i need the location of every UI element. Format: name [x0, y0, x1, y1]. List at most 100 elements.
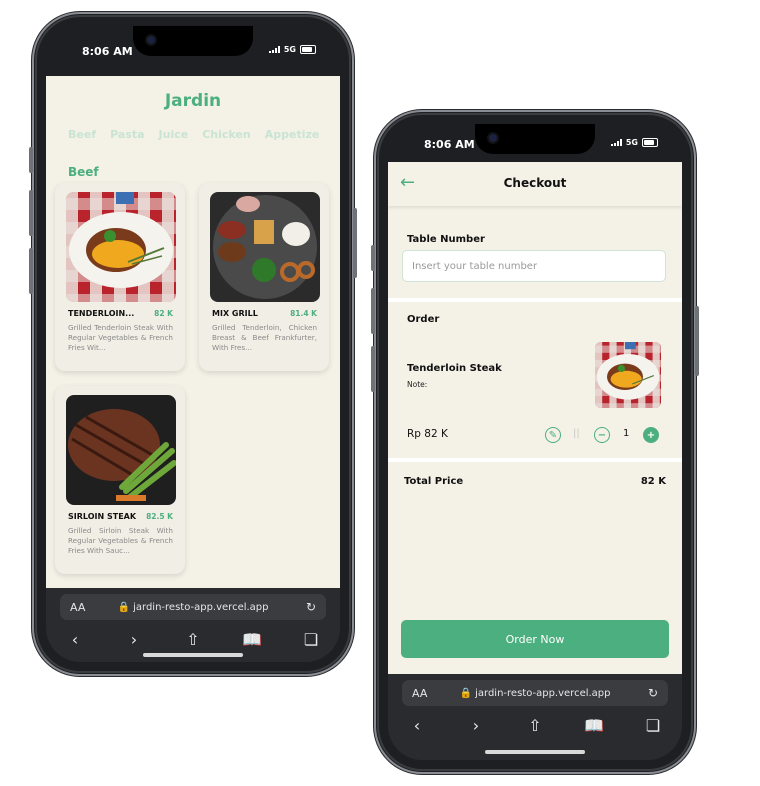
forward-icon[interactable]: ›	[463, 716, 489, 735]
notch	[475, 124, 595, 154]
url-label: jardin-resto-app.vercel.app	[475, 687, 611, 699]
tab-pasta[interactable]: Pasta	[110, 128, 144, 141]
side-button	[29, 147, 33, 173]
status-time: 8:06 AM	[424, 138, 475, 151]
back-icon[interactable]: ‹	[62, 630, 88, 649]
table-number-input[interactable]: Insert your table number	[402, 250, 666, 282]
food-image-sirloin	[66, 395, 176, 505]
notch	[133, 26, 253, 56]
back-icon[interactable]: ‹	[404, 716, 430, 735]
order-now-label: Order Now	[505, 632, 565, 646]
order-item-price: Rp 82 K	[407, 428, 448, 440]
item-description: Grilled Tenderloin Steak With Regular Ve…	[68, 323, 173, 352]
tabs-icon[interactable]: ❏	[640, 716, 666, 735]
home-indicator[interactable]	[485, 750, 585, 754]
forward-icon[interactable]: ›	[121, 630, 147, 649]
status-icons: 5G	[268, 45, 316, 54]
item-description: Grilled Tenderloin, Chicken Breast & Bee…	[212, 323, 317, 352]
status-bar: 8:06 AM 5G	[46, 26, 340, 76]
food-image-tenderloin	[66, 192, 176, 302]
bookmarks-icon[interactable]: 📖	[581, 716, 607, 735]
side-button	[29, 190, 33, 236]
url-label: jardin-resto-app.vercel.app	[133, 601, 269, 613]
order-item-note: Note:	[407, 380, 428, 389]
side-button	[371, 288, 375, 334]
home-indicator[interactable]	[143, 653, 243, 657]
item-name: TENDERLOIN...	[68, 309, 135, 318]
camera-icon	[147, 36, 155, 44]
quantity-value: 1	[623, 428, 630, 439]
order-item-name: Tenderloin Steak	[407, 363, 502, 374]
signal-icon	[610, 139, 622, 146]
screen-menu: 8:06 AM 5G Jardin Beef Pasta Juice Chick…	[46, 26, 340, 662]
tab-juice[interactable]: Juice	[159, 128, 189, 141]
category-tabs: Beef Pasta Juice Chicken Appetize	[68, 128, 319, 141]
network-label: 5G	[625, 138, 638, 147]
side-button	[29, 248, 33, 294]
address-bar[interactable]: AA 🔒 jardin-resto-app.vercel.app ↻	[60, 594, 326, 620]
decrease-quantity-button[interactable]: −	[594, 427, 610, 443]
address-bar[interactable]: AA 🔒 jardin-resto-app.vercel.app ↻	[402, 680, 668, 706]
section-title: Beef	[68, 165, 99, 179]
side-button	[695, 306, 699, 376]
url-text[interactable]: 🔒 jardin-resto-app.vercel.app	[60, 602, 326, 613]
menu-card-sirloin[interactable]: SIRLOIN STEAK 82.5 K Grilled Sirloin Ste…	[55, 386, 185, 574]
share-icon[interactable]: ⇧	[522, 716, 548, 735]
network-label: 5G	[283, 45, 296, 54]
menu-card-tenderloin[interactable]: TENDERLOIN... 82 K Grilled Tenderloin St…	[55, 183, 185, 371]
phone-frame-left: 8:06 AM 5G Jardin Beef Pasta Juice Chick…	[29, 12, 357, 676]
tab-appetize[interactable]: Appetize	[265, 128, 320, 141]
tab-chicken[interactable]: Chicken	[202, 128, 251, 141]
menu-card-mix-grill[interactable]: MIX GRILL 81.4 K Grilled Tenderloin, Chi…	[199, 183, 329, 371]
browser-toolbar: AA 🔒 jardin-resto-app.vercel.app ↻ ‹ › ⇧…	[46, 588, 340, 662]
battery-icon	[300, 45, 316, 54]
menu-content: Jardin Beef Pasta Juice Chicken Appetize…	[46, 76, 340, 588]
section-divider	[388, 298, 682, 302]
battery-icon	[642, 138, 658, 147]
total-price-value: 82 K	[640, 476, 666, 487]
camera-icon	[489, 134, 497, 142]
table-number-placeholder: Insert your table number	[412, 260, 538, 272]
item-price: 81.4 K	[290, 309, 317, 318]
lock-icon: 🔒	[459, 687, 472, 699]
item-description: Grilled Sirloin Steak With Regular Veget…	[68, 526, 173, 555]
tab-beef[interactable]: Beef	[68, 128, 96, 141]
side-button	[371, 346, 375, 392]
signal-icon	[268, 46, 280, 53]
lock-icon: 🔒	[117, 601, 130, 613]
side-button	[353, 208, 357, 278]
browser-toolbar: AA 🔒 jardin-resto-app.vercel.app ↻ ‹ › ⇧…	[388, 674, 682, 760]
order-now-button[interactable]: Order Now	[401, 620, 669, 658]
url-text[interactable]: 🔒 jardin-resto-app.vercel.app	[402, 688, 668, 699]
app-title: Jardin	[164, 91, 222, 111]
total-price-label: Total Price	[404, 476, 464, 487]
order-label: Order	[407, 314, 440, 325]
reload-icon[interactable]: ↻	[306, 600, 316, 614]
reload-icon[interactable]: ↻	[648, 686, 658, 700]
section-divider	[388, 458, 682, 462]
status-icons: 5G	[610, 138, 658, 147]
screen-checkout: 8:06 AM 5G ← Checkout Table Number Inser…	[388, 124, 682, 760]
page-title: Checkout	[503, 176, 567, 190]
status-time: 8:06 AM	[82, 45, 133, 58]
item-price: 82.5 K	[146, 512, 173, 521]
browser-nav: ‹ › ⇧ 📖 ❏	[46, 630, 340, 649]
increase-quantity-button[interactable]: +	[643, 427, 659, 443]
bookmarks-icon[interactable]: 📖	[239, 630, 265, 649]
food-image-mix-grill	[210, 192, 320, 302]
share-icon[interactable]: ⇧	[180, 630, 206, 649]
checkout-header: ← Checkout	[388, 162, 682, 206]
checkout-content: ← Checkout Table Number Insert your tabl…	[388, 162, 682, 674]
status-bar: 8:06 AM 5G	[388, 124, 682, 164]
table-number-label: Table Number	[407, 234, 485, 245]
item-price: 82 K	[154, 309, 173, 318]
phone-frame-right: 8:06 AM 5G ← Checkout Table Number Inser…	[371, 110, 699, 774]
side-button	[371, 245, 375, 271]
edit-note-button[interactable]: ✎	[545, 427, 561, 443]
tabs-icon[interactable]: ❏	[298, 630, 324, 649]
separator: ||	[573, 428, 580, 439]
browser-nav: ‹ › ⇧ 📖 ❏	[388, 716, 682, 735]
order-item-image	[595, 342, 661, 408]
item-name: MIX GRILL	[212, 309, 258, 318]
item-name: SIRLOIN STEAK	[68, 512, 137, 521]
